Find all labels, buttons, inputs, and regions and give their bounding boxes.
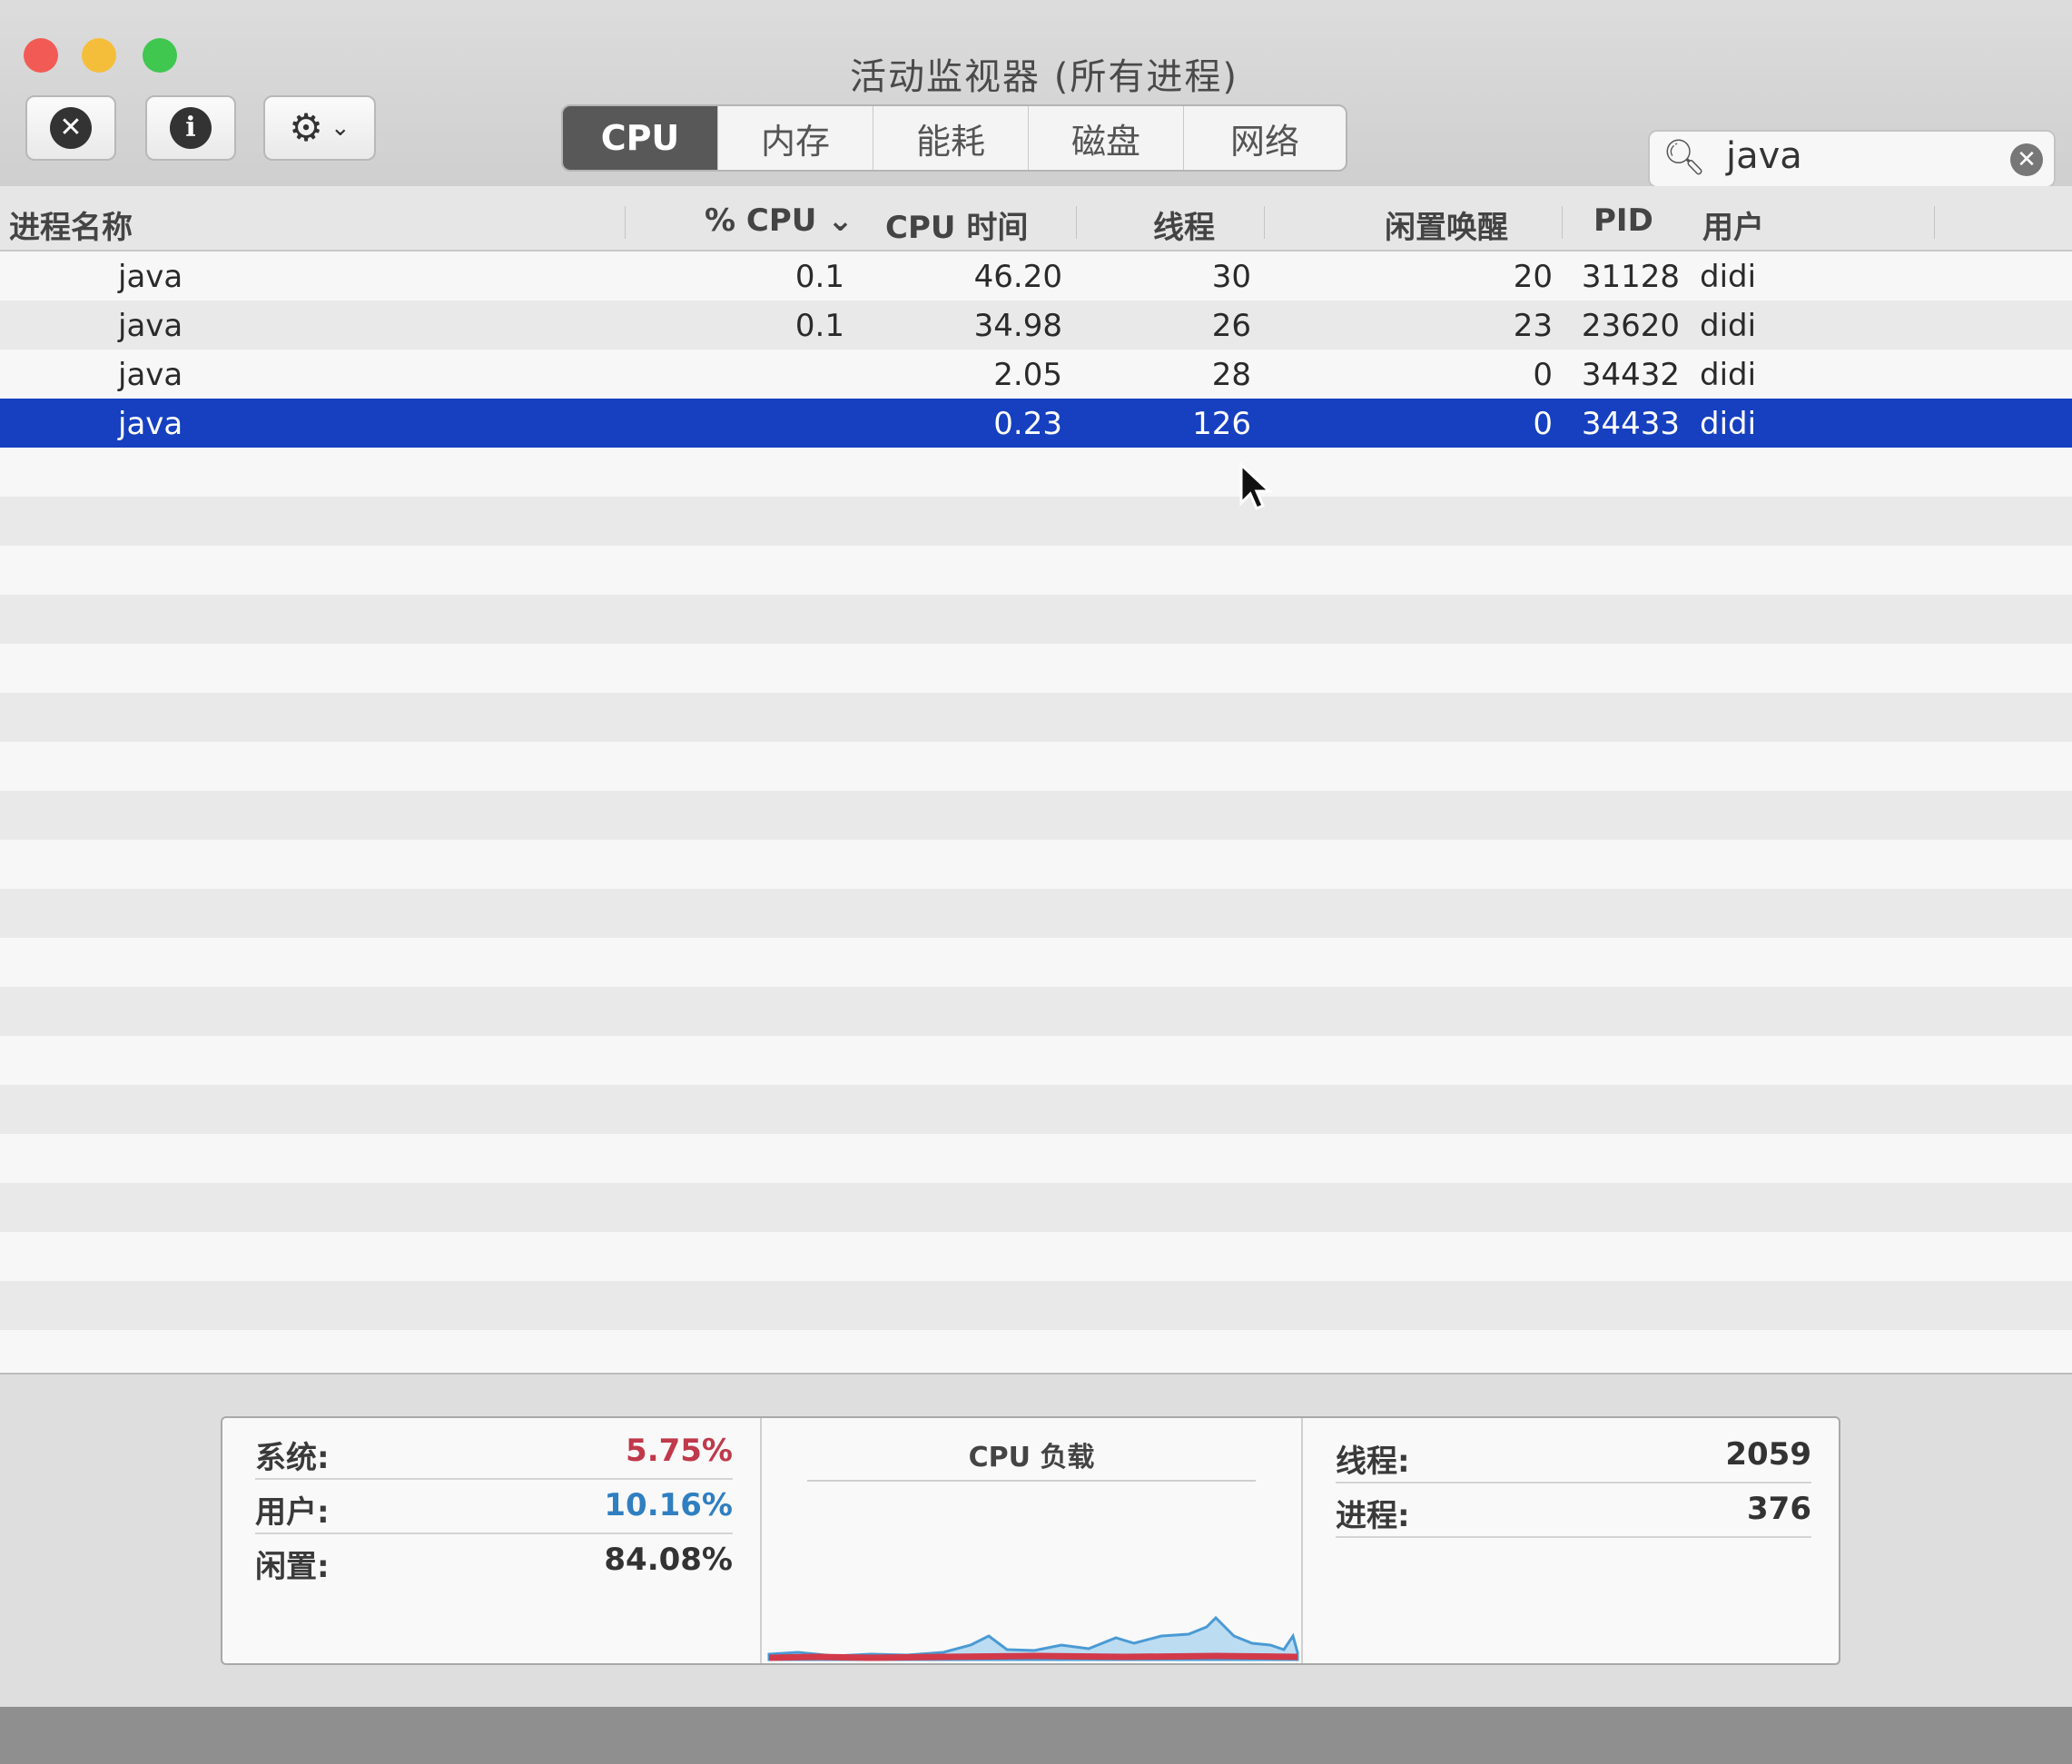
- column-header-cpu[interactable]: % CPU ⌄: [705, 202, 853, 239]
- column-divider: [625, 206, 626, 239]
- cpu-load-sparkline: [767, 1615, 1299, 1661]
- column-header-cpu-time[interactable]: CPU 时间: [885, 202, 1028, 247]
- column-header-idle-wakeups[interactable]: 闲置唤醒: [1385, 202, 1508, 247]
- idle-wakeups: 20: [1513, 259, 1553, 295]
- stat-row-processes: 进程: 376: [1336, 1483, 1811, 1538]
- column-divider: [1562, 206, 1563, 239]
- processes-value: 376: [1747, 1491, 1811, 1527]
- window-title: 活动监视器 (所有进程): [850, 56, 1238, 98]
- cpu-time: 46.20: [973, 259, 1062, 295]
- system-value: 5.75%: [626, 1433, 733, 1469]
- column-header-process-name[interactable]: 进程名称: [9, 202, 133, 247]
- pid: 23620: [1581, 308, 1680, 344]
- thread-count: 126: [1192, 406, 1251, 442]
- divider: [807, 1480, 1256, 1482]
- cpu-summary-panel: 系统: 5.75% 用户: 10.16% 闲置: 84.08% CPU 负载 线…: [221, 1416, 1840, 1665]
- cpu-time: 2.05: [993, 357, 1062, 393]
- tab-disk[interactable]: 磁盘: [1029, 106, 1184, 170]
- column-divider: [1076, 206, 1077, 239]
- stop-process-button[interactable]: ✕: [25, 95, 116, 161]
- stop-icon: ✕: [50, 107, 92, 149]
- user-label: 用户:: [255, 1494, 330, 1531]
- stat-row-system: 系统: 5.75%: [255, 1425, 733, 1480]
- idle-wakeups: 0: [1533, 406, 1553, 442]
- cpu-percent: 0.1: [794, 308, 844, 344]
- user: didi: [1700, 406, 1757, 442]
- cpu-usage-breakdown: 系统: 5.75% 用户: 10.16% 闲置: 84.08%: [222, 1418, 762, 1663]
- titlebar: 活动监视器 (所有进程) ✕ i ⚙ ⌄ CPU 内存 能耗 磁盘 网络 🔍︎ …: [0, 0, 2072, 188]
- inspect-process-button[interactable]: i: [145, 95, 236, 161]
- user-value: 10.16%: [604, 1487, 733, 1523]
- column-header-threads[interactable]: 线程: [1153, 202, 1215, 247]
- cpu-percent: 0.1: [794, 259, 844, 295]
- tab-network[interactable]: 网络: [1184, 106, 1346, 170]
- cpu-load-graph: CPU 负载: [762, 1418, 1303, 1663]
- table-row-selected[interactable]: java 0.23 126 0 34433 didi: [0, 399, 2072, 448]
- column-header-pid[interactable]: PID: [1593, 202, 1653, 239]
- tab-memory[interactable]: 内存: [718, 106, 873, 170]
- table-row[interactable]: java 0.1 46.20 30 20 31128 didi: [0, 251, 2072, 301]
- column-divider: [1264, 206, 1265, 239]
- search-icon: 🔍︎: [1663, 137, 1707, 177]
- cpu-load-title: CPU 负载: [968, 1442, 1095, 1473]
- search-field[interactable]: 🔍︎ java ✕: [1648, 130, 2056, 188]
- table-row[interactable]: java 2.05 28 0 34432 didi: [0, 350, 2072, 399]
- idle-label: 闲置:: [255, 1549, 330, 1585]
- tab-energy[interactable]: 能耗: [873, 106, 1029, 170]
- process-name: java: [118, 357, 183, 393]
- action-menu-button[interactable]: ⚙ ⌄: [263, 95, 376, 161]
- mouse-pointer-icon: [1239, 463, 1273, 510]
- stat-row-user: 用户: 10.16%: [255, 1480, 733, 1534]
- thread-count: 30: [1211, 259, 1251, 295]
- pid: 34432: [1581, 357, 1680, 393]
- table-header: 进程名称 % CPU ⌄ CPU 时间 线程 闲置唤醒 PID 用户: [0, 186, 2072, 251]
- gear-icon: ⚙: [289, 105, 323, 150]
- process-table: java 0.1 46.20 30 20 31128 didi java 0.1…: [0, 251, 2072, 1373]
- user: didi: [1700, 357, 1757, 393]
- thread-process-counts: 线程: 2059 进程: 376: [1303, 1418, 1839, 1663]
- tab-cpu[interactable]: CPU: [563, 106, 718, 170]
- stat-row-idle: 闲置: 84.08%: [255, 1534, 733, 1587]
- process-name: java: [118, 259, 183, 295]
- tab-bar: CPU 内存 能耗 磁盘 网络: [561, 104, 1347, 172]
- idle-value: 84.08%: [604, 1542, 733, 1578]
- thread-count: 28: [1211, 357, 1251, 393]
- stat-row-threads: 线程: 2059: [1336, 1429, 1811, 1483]
- pid: 34433: [1581, 406, 1680, 442]
- system-label: 系统:: [255, 1440, 330, 1476]
- activity-monitor-window: 活动监视器 (所有进程) ✕ i ⚙ ⌄ CPU 内存 能耗 磁盘 网络 🔍︎ …: [0, 0, 2072, 1707]
- process-name: java: [118, 406, 183, 442]
- cpu-time: 0.23: [993, 406, 1062, 442]
- search-input[interactable]: java: [1726, 135, 1802, 177]
- user: didi: [1700, 308, 1757, 344]
- user: didi: [1700, 259, 1757, 295]
- pid: 31128: [1581, 259, 1680, 295]
- table-row[interactable]: java 0.1 34.98 26 23 23620 didi: [0, 301, 2072, 350]
- chevron-down-icon: ⌄: [330, 114, 350, 142]
- process-name: java: [118, 308, 183, 344]
- threads-value: 2059: [1725, 1436, 1811, 1473]
- column-divider: [1934, 206, 1935, 239]
- threads-label: 线程:: [1336, 1444, 1410, 1480]
- info-icon: i: [170, 107, 212, 149]
- clear-search-icon[interactable]: ✕: [2010, 143, 2043, 176]
- idle-wakeups: 23: [1513, 308, 1553, 344]
- thread-count: 26: [1211, 308, 1251, 344]
- cpu-time: 34.98: [973, 308, 1062, 344]
- idle-wakeups: 0: [1533, 357, 1553, 393]
- processes-label: 进程:: [1336, 1498, 1410, 1534]
- column-header-user[interactable]: 用户: [1702, 202, 1764, 247]
- cpu-summary-area: 系统: 5.75% 用户: 10.16% 闲置: 84.08% CPU 负载 线…: [0, 1373, 2072, 1707]
